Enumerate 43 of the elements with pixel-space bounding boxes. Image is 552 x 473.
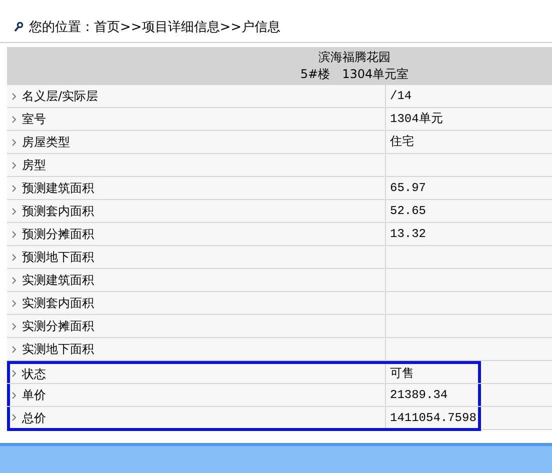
field-label: 实测地下面积 [22,341,94,358]
field-label: 实测建筑面积 [22,272,94,289]
field-label: 预测分摊面积 [22,226,94,243]
unit-name: 5#楼 1304单元室 [300,66,409,83]
breadcrumb: 您的位置：首页>>项目详细信息>>户信息 [29,20,281,36]
chevron-icon [12,414,16,421]
field-label: 预测套内面积 [22,203,94,220]
chevron-icon [12,254,16,260]
field-value: 65.97 [390,180,426,197]
field-value: 住宅 [390,134,414,151]
chevron-icon [12,162,16,168]
chevron-icon [12,92,16,100]
field-value: 1304单元 [390,111,443,128]
field-value: 52.65 [390,203,426,220]
chevron-icon [12,230,16,238]
field-value: 1411054.7598 [390,410,476,426]
field-value: 21389.34 [390,387,448,404]
field-label: 房型 [22,157,46,174]
chevron-icon [12,392,16,398]
field-label: 室号 [22,111,46,128]
chevron-icon [12,346,16,352]
chevron-icon [12,322,16,330]
field-value: /14 [390,88,412,105]
field-label: 预测地下面积 [22,249,94,266]
field-label: 实测套内面积 [22,295,94,312]
chevron-icon [12,208,16,214]
field-value: 可售 [390,366,414,382]
field-label: 实测分摊面积 [22,318,94,335]
field-label: 单价 [22,387,46,404]
field-label: 预测建筑面积 [22,180,94,197]
chevron-icon [12,370,16,377]
field-label: 名义层/实际层 [22,88,98,105]
project-name: 滨海福腾花园 [318,49,390,66]
chevron-icon [12,116,16,122]
chevron-icon [12,184,16,192]
field-value: 13.32 [390,226,426,243]
chevron-icon [12,138,16,146]
field-label: 状态 [22,366,46,382]
chevron-icon [12,276,16,284]
search-icon [14,22,23,32]
field-label: 房屋类型 [22,134,70,151]
chevron-icon [12,300,16,306]
field-label: 总价 [22,410,46,426]
